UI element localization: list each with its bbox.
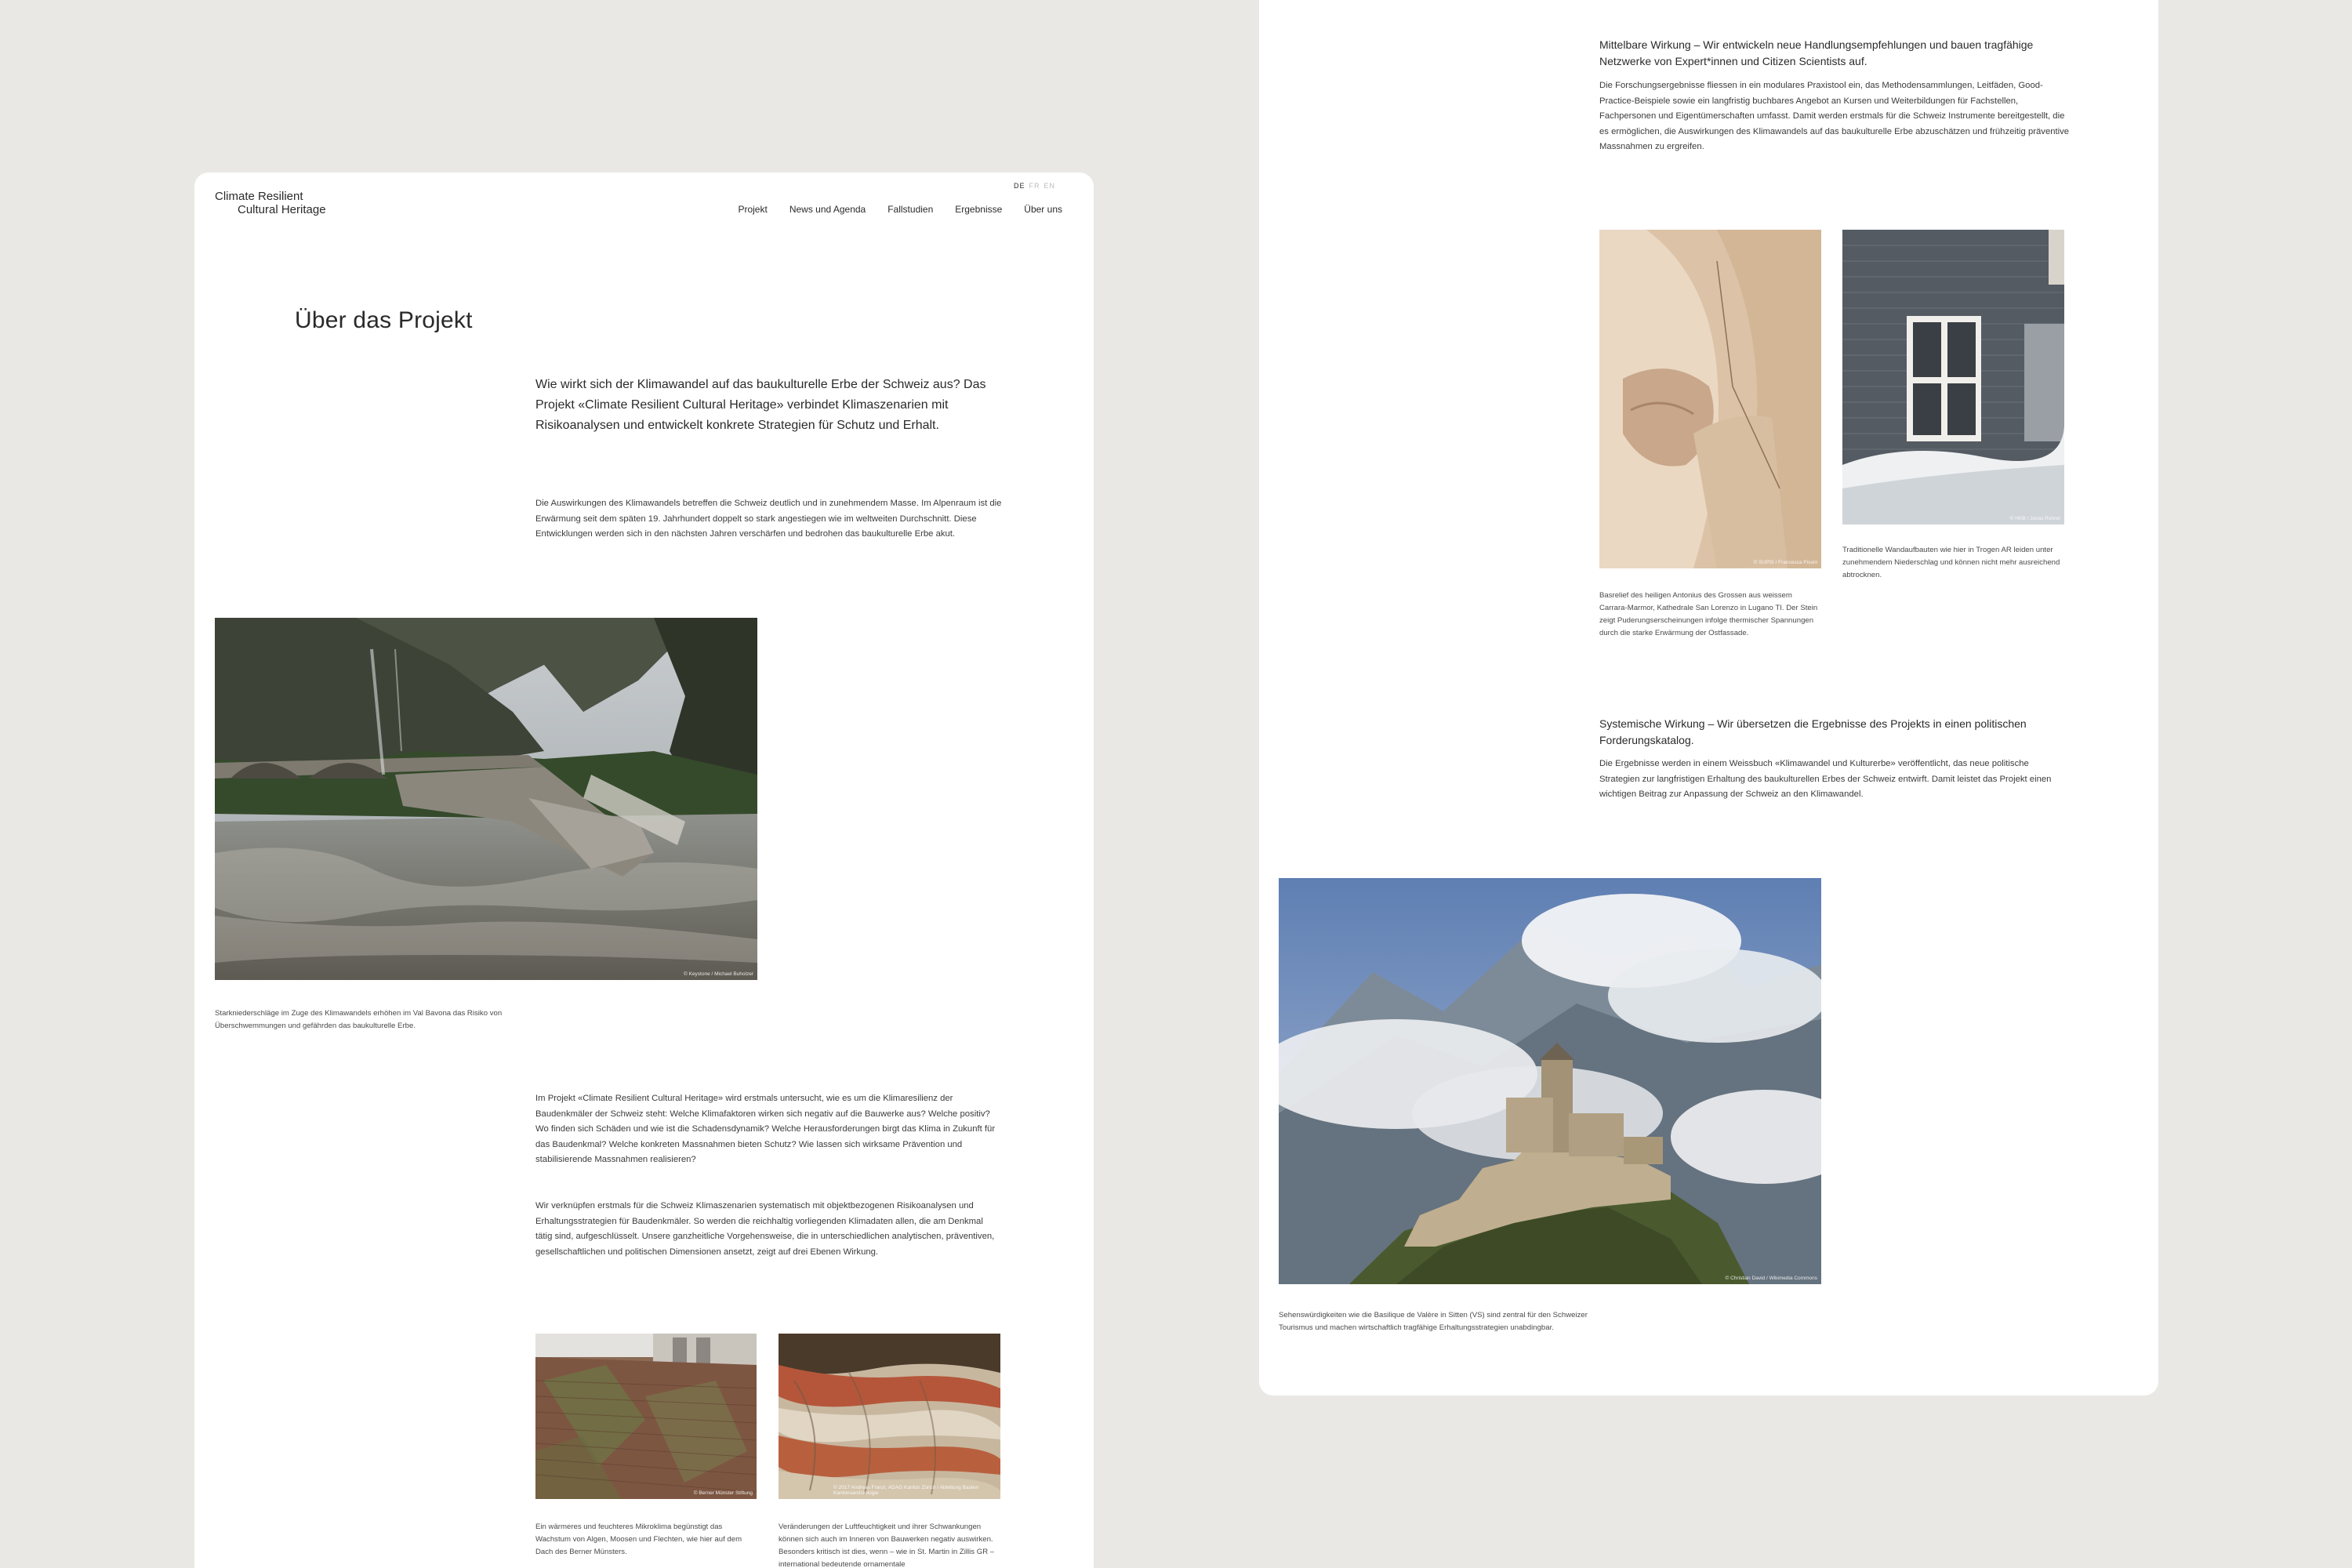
roof-moss-image: © Berner Münster Stiftung <box>535 1334 757 1499</box>
subheading-systemische-wirkung: Systemische Wirkung – Wir übersetzen die… <box>1599 717 2027 746</box>
lang-en[interactable]: EN <box>1044 182 1056 190</box>
wood-caption: Veränderungen der Luftfeuchtigkeit und i… <box>779 1523 995 1568</box>
marble-statue-image: © SUPSI / Francesca Pisoni <box>1599 230 1821 568</box>
bridge-caption: Starkniederschläge im Zuge des Klimawand… <box>215 1009 503 1030</box>
castle-caption: Sehenswürdigkeiten wie die Basilique de … <box>1279 1311 1588 1332</box>
nav-news-agenda[interactable]: News und Agenda <box>789 204 866 215</box>
logo-line-1: Climate Resilient <box>215 190 303 203</box>
page-right-card: Mittelbare Wirkung – Wir entwickeln neue… <box>1259 0 2158 1396</box>
facade-caption: Traditionelle Wandaufbauten wie hier in … <box>1842 546 2060 579</box>
intro-text: Die Auswirkungen des Klimawandels betref… <box>535 499 1002 539</box>
main-nav: Projekt News und Agenda Fallstudien Erge… <box>738 204 1062 215</box>
body-mittelbare-wirkung: Die Forschungsergebnisse fliessen in ein… <box>1599 81 2070 151</box>
lead-text: Wie wirkt sich der Klimawandel auf das b… <box>535 378 986 432</box>
wood-image-credit: © 2017 Andreas Franzi, ADAG Kanton Züric… <box>833 1485 979 1496</box>
valere-castle-image: © Christian David / Wikimedia Commons <box>1279 878 1821 1284</box>
page-title: Über das Projekt <box>295 307 473 333</box>
lang-fr[interactable]: FR <box>1029 182 1040 190</box>
site-logo[interactable]: Climate Resilient Cultural Heritage <box>215 190 326 216</box>
body-systemische-wirkung: Die Ergebnisse werden in einem Weissbuch… <box>1599 759 2052 799</box>
bridge-image-credit: © Keystone / Michael Buholzer <box>684 971 753 977</box>
nav-fallstudien[interactable]: Fallstudien <box>887 204 933 215</box>
subheading-mittelbare-wirkung: Mittelbare Wirkung – Wir entwickeln neue… <box>1599 38 2034 67</box>
painted-wood-image: © 2017 Andreas Franzi, ADAG Kanton Züric… <box>779 1334 1000 1499</box>
bridge-flood-image: © Keystone / Michael Buholzer <box>215 618 757 980</box>
body-paragraph-1: Im Projekt «Climate Resilient Cultural H… <box>535 1094 996 1164</box>
lang-de[interactable]: DE <box>1014 182 1025 190</box>
statue-image-credit: © SUPSI / Francesca Pisoni <box>1753 560 1817 565</box>
logo-line-2: Cultural Heritage <box>238 203 326 216</box>
nav-ueber-uns[interactable]: Über uns <box>1024 204 1062 215</box>
shingle-facade-image: © HKB / Jonas Rohrer <box>1842 230 2064 524</box>
nav-ergebnisse[interactable]: Ergebnisse <box>955 204 1002 215</box>
roof-caption: Ein wärmeres und feuchteres Mikroklima b… <box>535 1523 742 1556</box>
language-switcher: DE FR EN <box>1014 182 1059 190</box>
statue-caption: Basrelief des heiligen Antonius des Gros… <box>1599 591 1818 637</box>
facade-image-credit: © HKB / Jonas Rohrer <box>2009 516 2060 521</box>
castle-image-credit: © Christian David / Wikimedia Commons <box>1725 1276 1818 1281</box>
roof-image-credit: © Berner Münster Stiftung <box>693 1490 753 1496</box>
nav-projekt[interactable]: Projekt <box>738 204 767 215</box>
body-paragraph-2: Wir verknüpfen erstmals für die Schweiz … <box>535 1201 995 1257</box>
page-left-card: Climate Resilient Cultural Heritage DE FR… <box>194 172 1094 1568</box>
